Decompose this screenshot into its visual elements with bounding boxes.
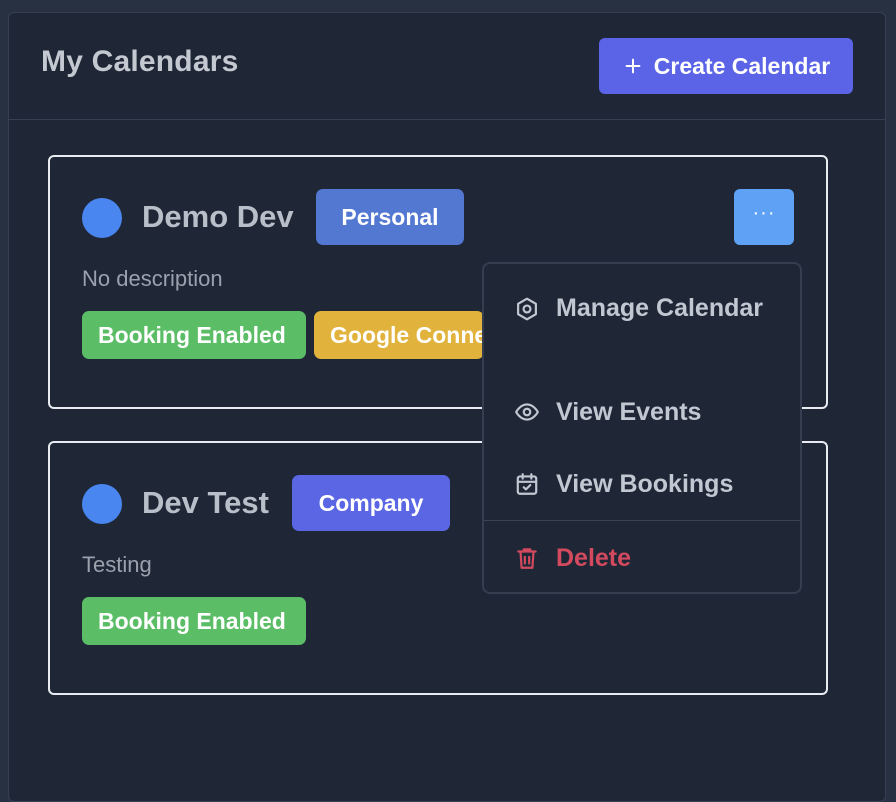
menu-item-view-events[interactable]: View Events: [484, 390, 800, 434]
calendar-description: No description: [82, 266, 223, 291]
menu-divider: [484, 520, 800, 521]
calendar-name: Dev Test: [142, 485, 269, 520]
booking-enabled-tag: Booking Enabled: [82, 311, 306, 359]
calendar-color-dot: [82, 484, 122, 524]
create-calendar-label: Create Calendar: [653, 52, 831, 79]
menu-item-delete[interactable]: Delete: [484, 536, 800, 580]
menu-item-label: Delete: [556, 544, 632, 572]
ellipsis-icon: ···: [752, 202, 776, 224]
create-calendar-button[interactable]: Create Calendar: [599, 38, 853, 94]
trash-icon: [517, 548, 537, 569]
calendar-type-badge: Company: [292, 475, 450, 531]
menu-item-label: Manage Calendar: [556, 294, 764, 322]
calendar-description: Testing: [82, 552, 152, 577]
menu-item-manage-calendar[interactable]: Manage Calendar: [484, 284, 800, 374]
eye-icon: [515, 403, 539, 421]
calendar-name: Demo Dev: [142, 199, 294, 234]
menu-item-view-bookings[interactable]: View Bookings: [484, 462, 800, 506]
plus-icon: [625, 58, 641, 74]
panel-header: My Calendars Create Calendar: [9, 13, 885, 120]
calendar-actions-menu: Manage Calendar View Events View Booking…: [482, 262, 802, 594]
menu-item-label: View Events: [556, 398, 702, 426]
page-title: My Calendars: [41, 45, 239, 78]
google-connected-tag: Google Connected: [314, 311, 484, 359]
booking-enabled-tag: Booking Enabled: [82, 597, 306, 645]
calendar-check-icon: [516, 473, 538, 495]
menu-item-label: View Bookings: [556, 470, 734, 498]
calendar-type-badge: Personal: [316, 189, 464, 245]
calendar-color-dot: [82, 198, 122, 238]
more-options-button[interactable]: ···: [734, 189, 794, 245]
